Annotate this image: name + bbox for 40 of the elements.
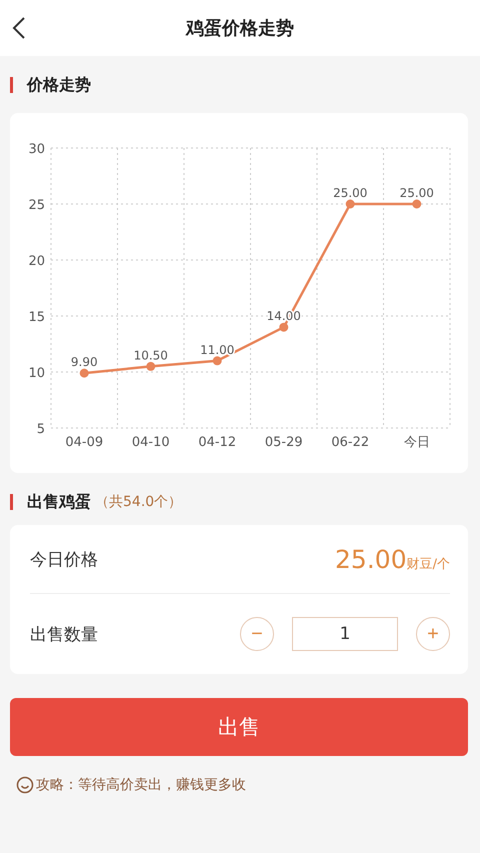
plus-button[interactable]: + — [416, 617, 450, 651]
price-label: 今日价格 — [30, 548, 98, 570]
quantity-field[interactable]: 1 — [292, 617, 398, 651]
section-marker — [10, 494, 13, 510]
value-label: 10.50 — [134, 348, 168, 362]
axis-label: 04-12 — [198, 435, 236, 450]
axis-label: 15 — [28, 310, 45, 325]
axis-label: 今日 — [404, 435, 430, 450]
sell-button[interactable]: 出售 — [10, 698, 468, 756]
axis-label: 06-22 — [331, 435, 370, 450]
data-point — [146, 362, 156, 371]
value-label: 25.00 — [400, 186, 434, 200]
section-title: 价格走势 — [27, 74, 91, 96]
axis-label: 25 — [28, 198, 45, 213]
data-point — [346, 200, 355, 208]
minus-button[interactable]: − — [240, 617, 274, 651]
data-point — [279, 322, 288, 332]
axis-label: 04-09 — [65, 435, 104, 450]
axis-label: 05-29 — [264, 435, 303, 450]
price-value: 25.00 — [335, 544, 407, 574]
price-unit: 财豆/个 — [406, 556, 450, 572]
data-point — [80, 368, 89, 378]
value-label: 11.00 — [200, 342, 234, 357]
axis-label: 20 — [28, 254, 45, 269]
section-marker — [10, 77, 13, 93]
data-point — [212, 356, 222, 366]
egg-count: （共54.0个） — [95, 493, 182, 511]
data-point — [412, 200, 422, 208]
value-label: 9.90 — [70, 355, 98, 370]
value-label: 25.00 — [333, 186, 368, 200]
axis-label: 10 — [28, 366, 45, 381]
smiley-icon — [16, 776, 34, 794]
axis-label: 04-10 — [132, 435, 170, 450]
section-title: 出售鸡蛋 — [27, 492, 91, 512]
axis-label: 30 — [28, 142, 45, 157]
page-title: 鸡蛋价格走势 — [186, 17, 294, 40]
back-icon — [12, 16, 26, 40]
tip-text: 攻略：等待高价卖出，赚钱更多收 — [36, 776, 246, 794]
axis-label: 5 — [36, 422, 45, 437]
quantity-label: 出售数量 — [30, 624, 98, 646]
